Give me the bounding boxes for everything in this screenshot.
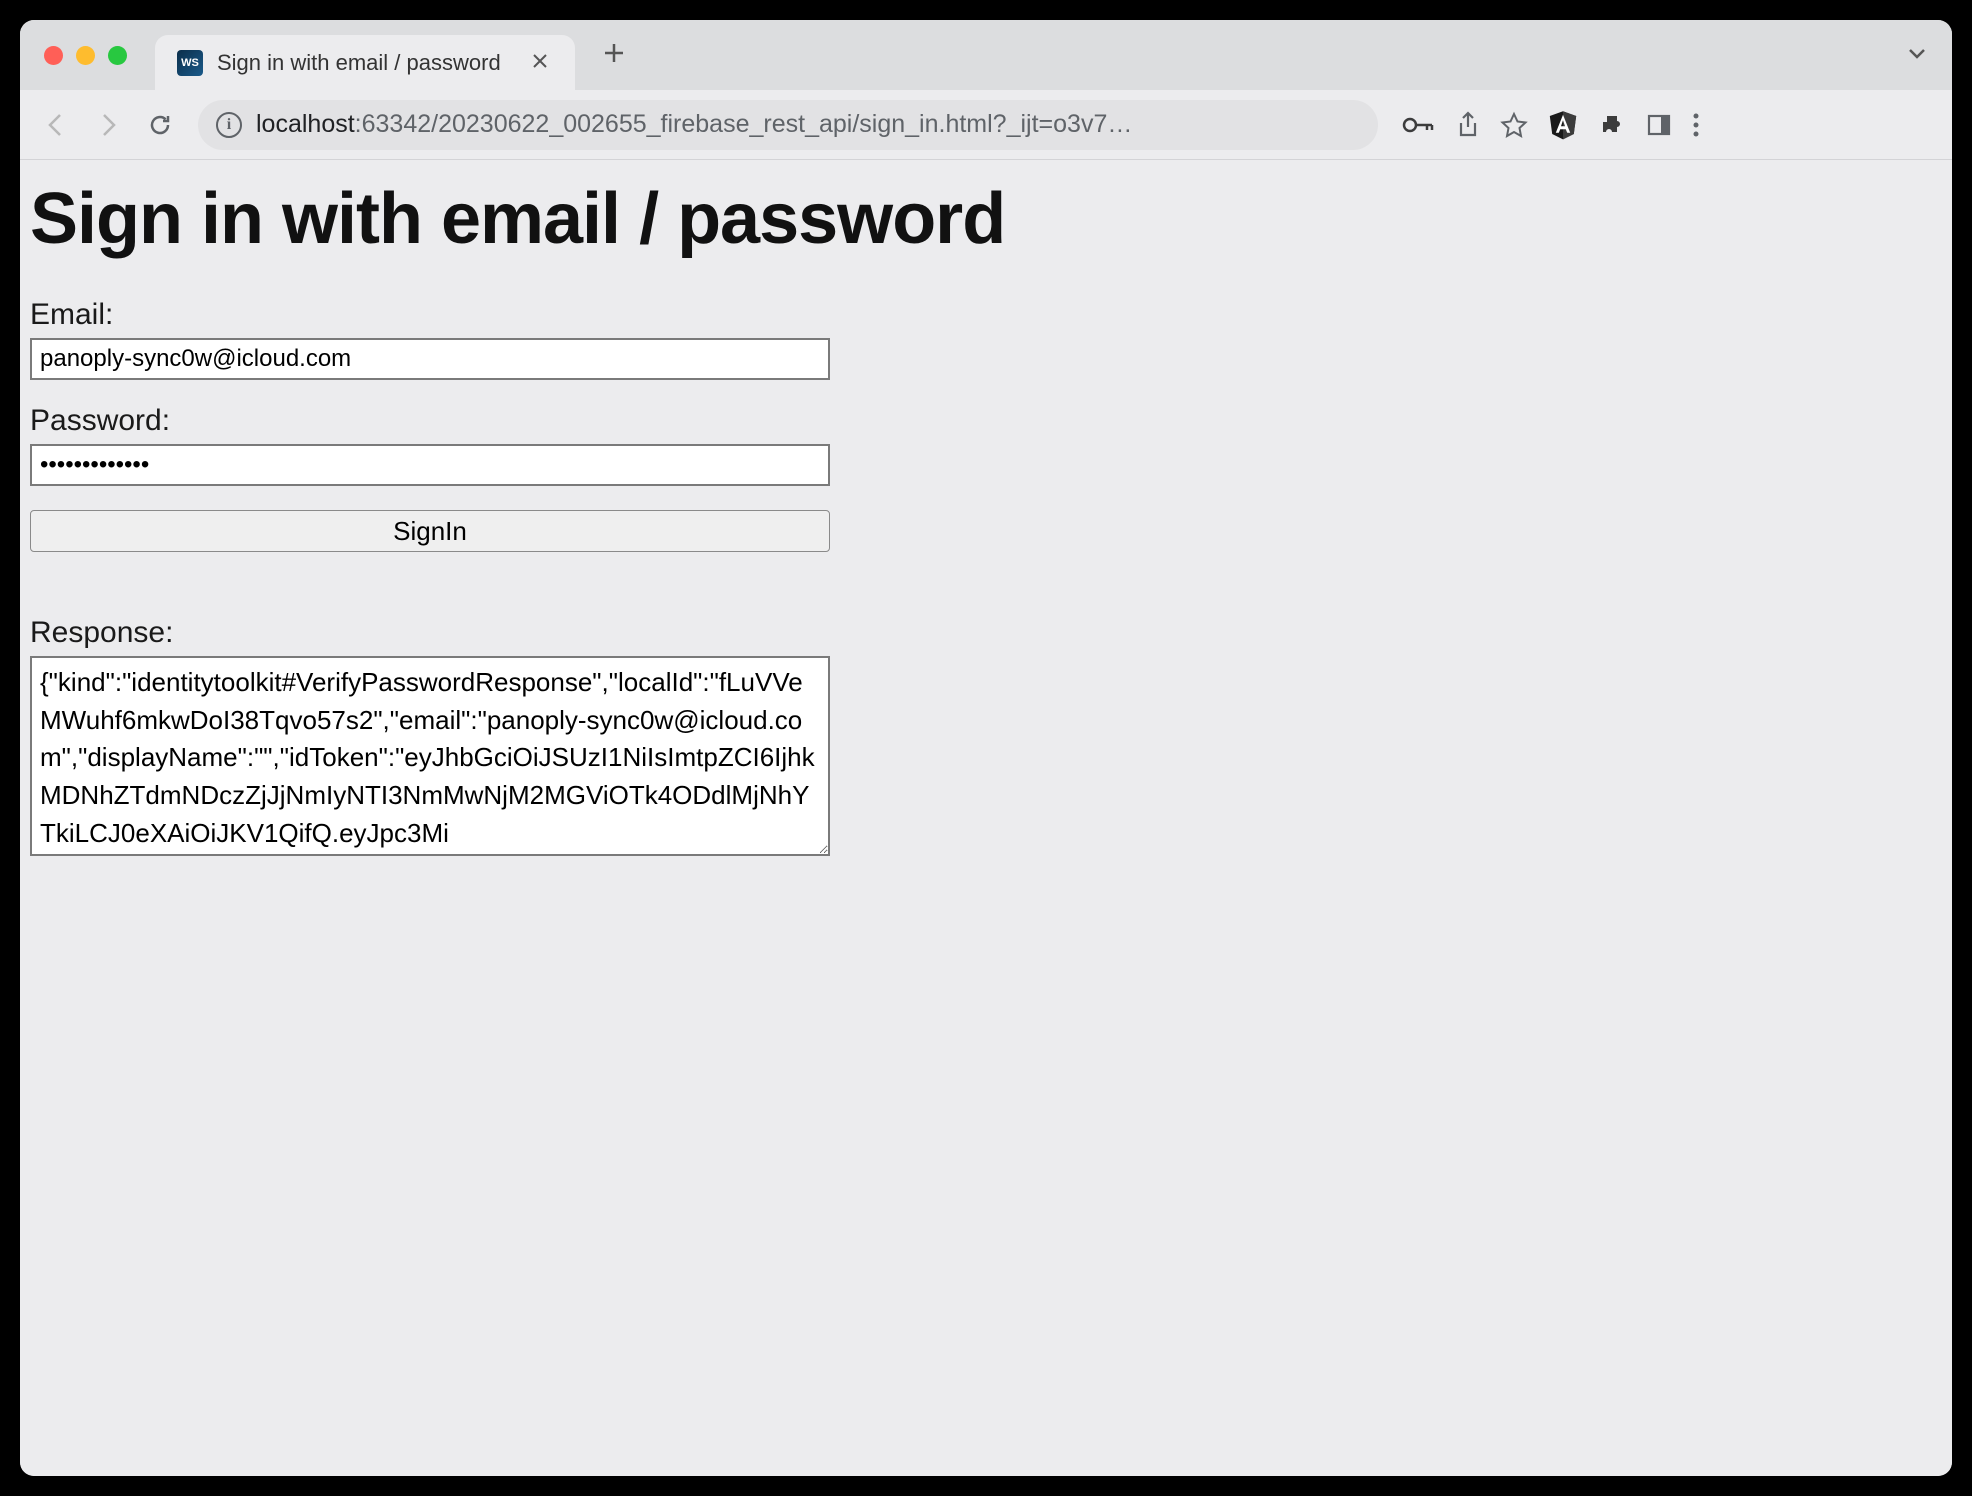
window-controls (44, 46, 127, 65)
email-label: Email: (30, 298, 1942, 332)
reload-button[interactable] (138, 103, 182, 147)
browser-toolbar: i localhost:63342/20230622_002655_fireba… (20, 90, 1952, 160)
chevron-down-icon (1906, 42, 1928, 64)
tabs-dropdown-button[interactable] (1896, 42, 1938, 69)
reload-icon (147, 112, 173, 138)
url-text: localhost:63342/20230622_002655_firebase… (256, 110, 1360, 139)
signin-button[interactable]: SignIn (30, 510, 830, 552)
password-input[interactable] (30, 444, 830, 486)
close-icon (531, 52, 549, 70)
url-host: localhost (256, 110, 355, 138)
star-icon (1500, 111, 1528, 139)
share-icon (1456, 111, 1480, 139)
puzzle-icon (1598, 111, 1626, 139)
password-key-icon[interactable] (1402, 115, 1436, 135)
forward-button[interactable] (86, 103, 130, 147)
angular-extension-icon[interactable] (1548, 110, 1578, 140)
page-content: Sign in with email / password Email: Pas… (20, 160, 1952, 1476)
tab-title: Sign in with email / password (217, 50, 513, 76)
site-info-icon[interactable]: i (216, 112, 242, 138)
page-heading: Sign in with email / password (30, 178, 1942, 260)
tab-favicon-icon: WS (177, 50, 203, 76)
address-bar[interactable]: i localhost:63342/20230622_002655_fireba… (198, 100, 1378, 150)
email-input[interactable] (30, 338, 830, 380)
panel-icon (1646, 112, 1672, 138)
spacer (30, 576, 830, 616)
browser-window: WS Sign in with email / password i local… (20, 20, 1952, 1476)
side-panel-button[interactable] (1646, 112, 1672, 138)
password-row: Password: (30, 404, 1942, 486)
extensions-button[interactable] (1598, 111, 1626, 139)
email-row: Email: (30, 298, 1942, 380)
toolbar-actions (1402, 110, 1700, 140)
kebab-menu-icon (1692, 112, 1700, 138)
back-button[interactable] (34, 103, 78, 147)
response-textarea[interactable] (30, 656, 830, 856)
tab-close-button[interactable] (527, 50, 553, 76)
response-row: Response: (30, 616, 1942, 861)
response-label: Response: (30, 616, 1942, 650)
bookmark-button[interactable] (1500, 111, 1528, 139)
new-tab-button[interactable] (595, 38, 633, 72)
plus-icon (603, 42, 625, 64)
submit-row: SignIn (30, 510, 1942, 552)
browser-tab[interactable]: WS Sign in with email / password (155, 35, 575, 90)
tab-bar: WS Sign in with email / password (20, 20, 1952, 90)
url-path: :63342/20230622_002655_firebase_rest_api… (355, 110, 1133, 138)
arrow-left-icon (42, 111, 70, 139)
window-close-button[interactable] (44, 46, 63, 65)
password-label: Password: (30, 404, 1942, 438)
arrow-right-icon (94, 111, 122, 139)
share-button[interactable] (1456, 111, 1480, 139)
browser-menu-button[interactable] (1692, 112, 1700, 138)
window-maximize-button[interactable] (108, 46, 127, 65)
window-minimize-button[interactable] (76, 46, 95, 65)
